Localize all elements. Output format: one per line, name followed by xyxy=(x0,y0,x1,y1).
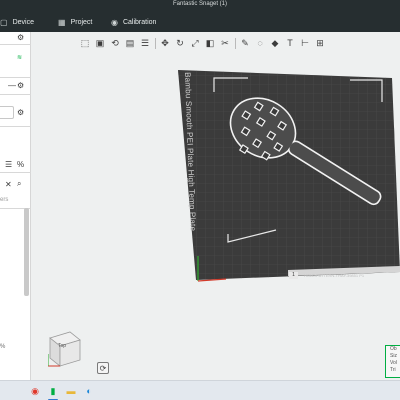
info-line-volume: Vol xyxy=(390,360,397,366)
slice-layout-icon[interactable]: ☰ xyxy=(138,36,152,50)
toolbar-separator xyxy=(155,37,156,49)
device-icon: ▢ xyxy=(0,18,8,27)
window-title: Fantastic Snaget (1) xyxy=(172,1,228,7)
wifi-icon: ≋ xyxy=(17,55,23,61)
chrome-icon[interactable]: ◉ xyxy=(28,384,42,398)
percent-label: % xyxy=(0,344,6,350)
app-window: Fantastic Snaget (1) ▢ Device ▦ Project … xyxy=(0,0,400,400)
divider xyxy=(0,77,31,78)
divider xyxy=(0,94,31,95)
seam-paint-icon[interactable]: ◌ xyxy=(253,36,267,50)
process-settings-icon[interactable]: ⚙ xyxy=(17,108,24,117)
viewport-toolbar: ⬚ ▣ ⟲ ▤ ☰ ✥ ↻ ⤢ ◧ ✂ ✎ ◌ ◆ T ⊢ ⊞ xyxy=(78,36,400,50)
lay-on-face-icon[interactable]: ◧ xyxy=(203,36,217,50)
minus-icon[interactable]: — xyxy=(8,81,16,90)
info-line-triangles: Tri xyxy=(390,367,396,373)
left-sidebar: ⚙ ≋ — ⚙ ⚙ ☰ % ✕ ⌕ ers % xyxy=(0,32,31,380)
tab-device[interactable]: ▢ Device xyxy=(0,13,34,32)
printer-settings-icon[interactable]: ⚙ xyxy=(17,33,24,42)
tab-bar: ▢ Device ▦ Project ◉ Calibration xyxy=(0,13,400,32)
os-taskbar: ◉ ▮ ▬ ◐ xyxy=(0,380,400,400)
divider xyxy=(0,44,31,45)
bambu-studio-icon[interactable]: ▮ xyxy=(46,384,60,398)
info-line-size: Siz xyxy=(390,353,397,359)
move-icon[interactable]: ✥ xyxy=(158,36,172,50)
filament-slot-box[interactable] xyxy=(0,106,14,119)
plate-number-badge[interactable]: 1 xyxy=(289,272,298,279)
add-cube-icon[interactable]: ⬚ xyxy=(78,36,92,50)
measure-icon[interactable]: ⊢ xyxy=(298,36,312,50)
plate-name-label: HOLE-PATTERN-TRAY-39851 P1 xyxy=(304,273,365,278)
auto-orient-icon[interactable]: ⟲ xyxy=(108,36,122,50)
build-plate-graphic xyxy=(178,70,400,282)
arrange-icon[interactable]: ▤ xyxy=(123,36,137,50)
tab-project-label: Project xyxy=(70,19,93,26)
calibration-icon: ◉ xyxy=(111,18,118,27)
divider xyxy=(0,172,31,173)
list-view-icon[interactable]: ☰ xyxy=(5,160,12,169)
search-icon[interactable]: ⌕ xyxy=(17,179,21,189)
file-explorer-icon[interactable]: ▬ xyxy=(64,384,78,398)
color-paint-icon[interactable]: ◆ xyxy=(268,36,282,50)
tab-device-label: Device xyxy=(12,19,34,26)
scale-icon[interactable]: ⤢ xyxy=(188,36,202,50)
tab-calibration-label: Calibration xyxy=(122,19,157,26)
tab-calibration[interactable]: ◉ Calibration xyxy=(111,13,156,32)
clear-search-icon[interactable]: ✕ xyxy=(5,180,12,189)
sidebar-scrollbar[interactable] xyxy=(24,208,29,296)
tab-project[interactable]: ▦ Project xyxy=(58,13,92,32)
edge-icon[interactable]: ◐ xyxy=(82,384,96,398)
view-cube-top-label: Top xyxy=(58,343,67,349)
cut-icon[interactable]: ✂ xyxy=(218,36,232,50)
text-icon[interactable]: T xyxy=(283,36,297,50)
view-cube-graphic xyxy=(47,331,81,367)
toolbar-separator xyxy=(235,37,236,49)
percent-toggle[interactable]: % xyxy=(17,160,24,169)
build-plate[interactable] xyxy=(178,66,400,282)
support-paint-icon[interactable]: ✎ xyxy=(238,36,252,50)
reset-view-icon[interactable]: ⟳ xyxy=(97,362,109,374)
object-info-panel: Ob Siz Vol Tri xyxy=(385,345,400,378)
rotate-icon[interactable]: ↻ xyxy=(173,36,187,50)
view-cube[interactable]: Top xyxy=(47,330,82,368)
search-placeholder: ers xyxy=(0,197,9,203)
title-bar: Fantastic Snaget (1) xyxy=(0,0,400,13)
divider xyxy=(0,126,31,127)
info-line-object: Ob xyxy=(390,346,397,352)
assembly-icon[interactable]: ⊞ xyxy=(313,36,327,50)
filament-settings-icon[interactable]: ⚙ xyxy=(17,81,24,90)
plate-grid xyxy=(178,70,400,280)
add-plate-icon[interactable]: ▣ xyxy=(93,36,107,50)
project-icon: ▦ xyxy=(58,18,66,27)
